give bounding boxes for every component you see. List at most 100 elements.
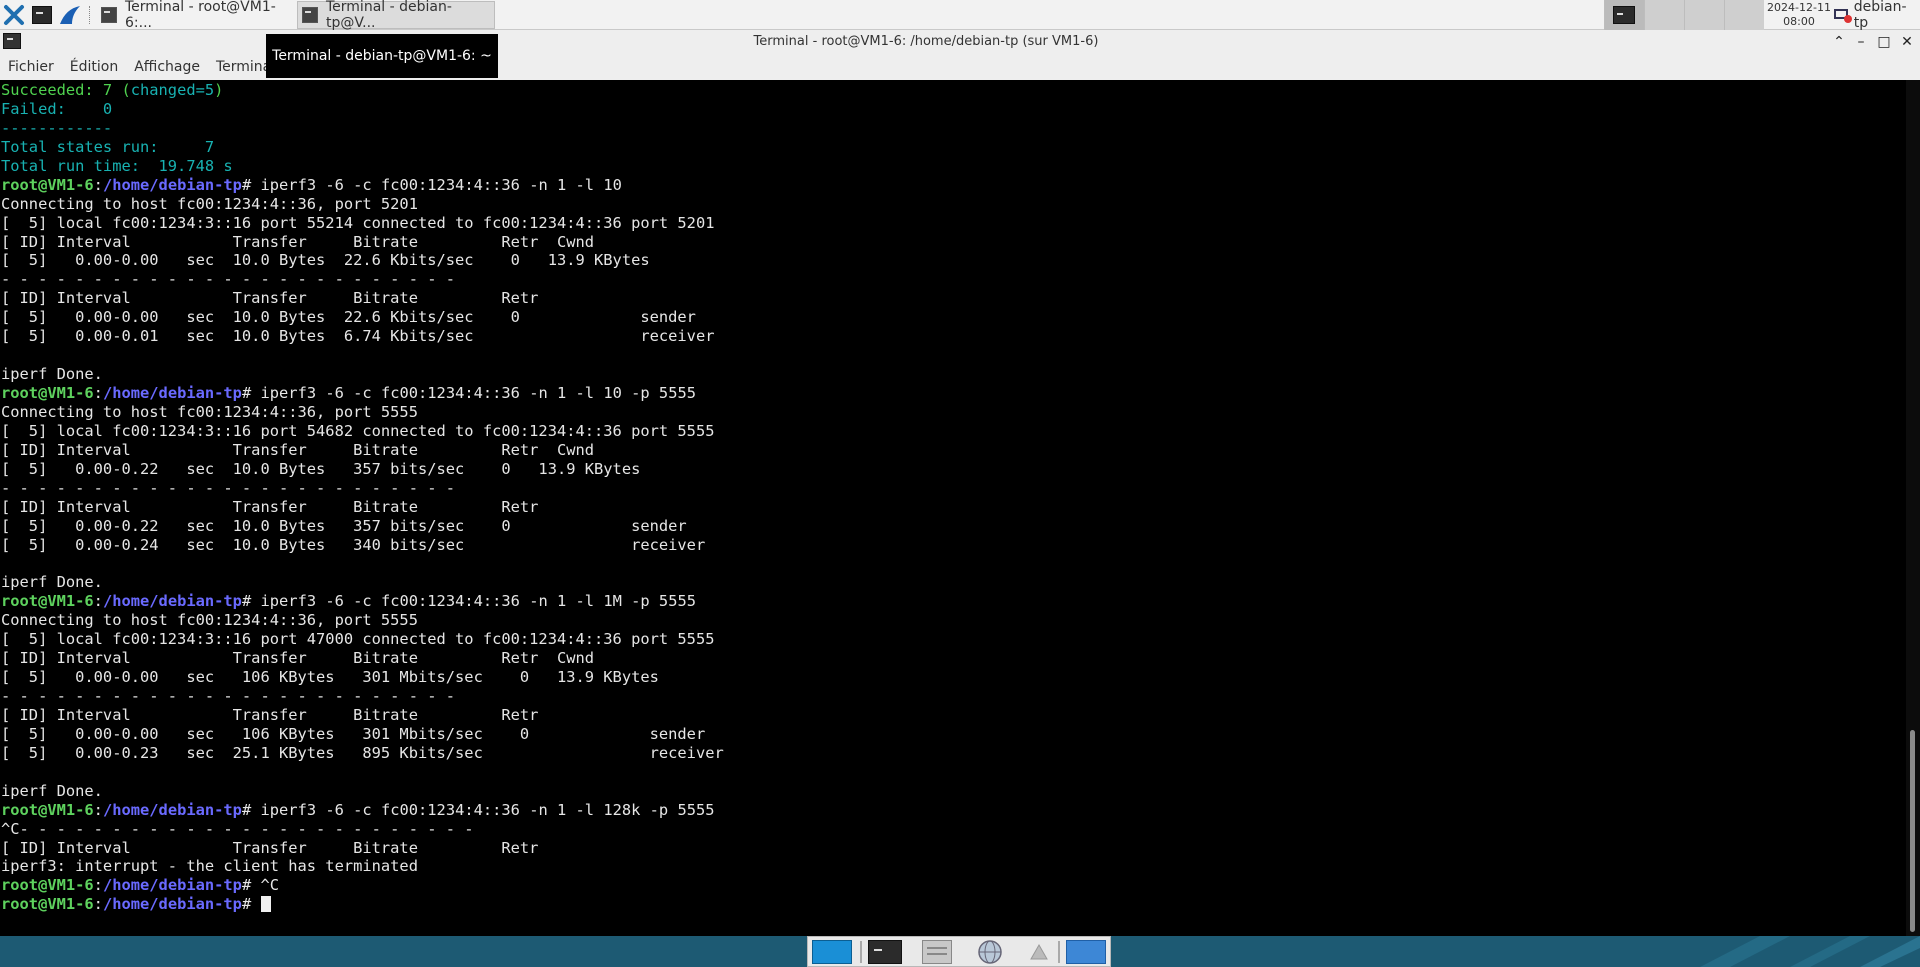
output-line: iperf Done. [1,781,103,800]
prompt-hash: # [241,876,261,895]
output-line: [ 5] 0.00-0.24 sec 10.0 Bytes 340 bits/s… [1,535,706,554]
output-line: [ 5] 0.00-0.22 sec 10.0 Bytes 357 bits/s… [1,516,687,535]
task-terminal-debian[interactable]: Terminal - debian-tp@V... [297,0,495,31]
prompt-path: /home/debian-tp [102,592,242,611]
maximize-button[interactable]: □ [1875,32,1893,52]
prompt-line: root@VM1-6:/home/debian-tp# ^C [1,876,1906,895]
output-line: iperf Done. [1,365,103,384]
minimize-button[interactable]: – [1852,32,1870,52]
scrollbar[interactable] [1906,80,1920,936]
clock-time: 08:00 [1783,15,1815,28]
summary-succeeded-line: Succeeded: 7 (changed=5) [1,81,1906,100]
prompt-line: root@VM1-6:/home/debian-tp# iperf3 -6 -c… [1,176,1906,195]
output-line: - - - - - - - - - - - - - - - - - - - - … [1,270,456,289]
folder-icon[interactable] [1066,940,1106,964]
prompt-user: root@VM1-6 [1,592,94,611]
scrollbar-thumb[interactable] [1910,730,1915,932]
web-browser-icon[interactable] [970,940,1010,964]
output-line: ^C- - - - - - - - - - - - - - - - - - - … [1,819,474,838]
prompt-user: root@VM1-6 [1,384,94,402]
prompt-colon: : [93,800,103,819]
top-panel: Terminal - root@VM1-6:... Terminal - deb… [0,0,1920,31]
output-line: [ ID] Interval Transfer Bitrate Retr [1,838,539,857]
shade-button[interactable]: ⌃ [1830,32,1848,52]
output-line: [ 5] 0.00-0.00 sec 106 KBytes 301 Mbits/… [1,724,706,743]
output-line: [ 5] local fc00:1234:3::16 port 47000 co… [1,630,715,649]
prompt-colon: : [93,384,103,402]
prompt-hash: # [241,592,261,611]
prompt-user: root@VM1-6 [1,800,94,819]
tooltip: Terminal - debian-tp@VM1-6: ~ [266,34,498,78]
prompt-path: /home/debian-tp [102,175,242,194]
terminal-launcher-icon[interactable] [30,3,54,27]
prompt-line: root@VM1-6:/home/debian-tp# iperf3 -6 -c… [1,801,1906,820]
dock-separator [1058,941,1060,963]
workspace-4[interactable] [1724,0,1764,30]
menu-edition[interactable]: Édition [62,54,126,80]
prompt-path: /home/debian-tp [102,800,242,819]
desktop-icon[interactable] [812,940,852,964]
prompt-hash: # [241,800,261,819]
terminal-icon [101,7,117,23]
output-line: iperf Done. [1,573,103,592]
succeeded-close: ) [214,81,224,99]
command-text: iperf3 -6 -c fc00:1234:4::36 -n 1 -l 1M … [260,592,697,611]
workspace-switcher[interactable] [1604,0,1764,30]
menu-affichage[interactable]: Affichage [126,54,208,80]
close-button[interactable]: ✕ [1898,32,1916,52]
summary-line: Total run time: 19.748 s [1,156,233,175]
task-terminal-root[interactable]: Terminal - root@VM1-6:... [96,0,294,31]
workspace-2[interactable] [1644,0,1684,30]
wireshark-launcher-icon[interactable] [58,3,82,27]
workspace-3[interactable] [1684,0,1724,30]
prompt-user: root@VM1-6 [1,895,94,914]
terminal-area[interactable]: Succeeded: 7 (changed=5) Failed: 0 -------… [0,80,1920,936]
dock [807,936,1111,967]
prompt-line: root@VM1-6:/home/debian-tp# [1,895,1906,914]
prompt-path: /home/debian-tp [102,895,242,914]
prompt-user: root@VM1-6 [1,175,94,194]
output-line: [ ID] Interval Transfer Bitrate Retr Cwn… [1,232,595,251]
prompt-colon: : [93,175,103,194]
task-label: Terminal - root@VM1-6:... [125,0,276,31]
output-line: [ 5] 0.00-0.23 sec 25.1 KBytes 895 Kbits… [1,743,724,762]
output-line: [ ID] Interval Transfer Bitrate Retr Cwn… [1,440,595,459]
command-text: iperf3 -6 -c fc00:1234:4::36 -n 1 -l 10 [260,175,622,194]
summary-line: ------------ [1,118,113,137]
prompt-colon: : [93,876,103,895]
output-line: [ 5] 0.00-0.00 sec 106 KBytes 301 Mbits/… [1,668,659,687]
summary-line: Total states run: 7 [1,137,215,156]
prompt-path: /home/debian-tp [102,876,242,895]
output-line: [ ID] Interval Transfer Bitrate Retr [1,289,539,308]
text-cursor [260,896,271,913]
output-line: [ 5] 0.00-0.22 sec 10.0 Bytes 357 bits/s… [1,459,641,478]
command-text: iperf3 -6 -c fc00:1234:4::36 -n 1 -l 128… [260,800,715,819]
menu-fichier[interactable]: Fichier [0,54,62,80]
user-menu[interactable]: debian-tp [1834,0,1920,31]
terminal-icon[interactable] [868,940,902,964]
prompt-colon: : [93,895,103,914]
output-line: Connecting to host fc00:1234:4::36, port… [1,402,418,421]
network-icon [1834,7,1852,23]
clock[interactable]: 2024-12-11 08:00 [1765,0,1833,30]
output-line: - - - - - - - - - - - - - - - - - - - - … [1,478,456,497]
output-line: [ ID] Interval Transfer Bitrate Retr [1,497,539,516]
terminal-output[interactable]: Succeeded: 7 (changed=5) Failed: 0 -------… [1,81,1906,914]
prompt-hash: # [241,384,261,402]
output-line: Connecting to host fc00:1234:4::36, port… [1,194,418,213]
file-manager-icon[interactable] [922,940,952,964]
prompt-hash: # [241,895,261,914]
prompt-user: root@VM1-6 [1,876,94,895]
summary-line: Failed: 0 [1,99,113,118]
output-line: [ 5] local fc00:1234:3::16 port 55214 co… [1,213,715,232]
output-line: [ 5] 0.00-0.00 sec 10.0 Bytes 22.6 Kbits… [1,308,696,327]
output-line: Connecting to host fc00:1234:4::36, port… [1,611,418,630]
workspace-1[interactable] [1604,0,1644,30]
changed-count: changed=5 [130,81,215,99]
app-finder-icon[interactable] [1026,940,1052,964]
applications-menu-icon[interactable] [2,3,26,27]
terminal-icon [302,7,318,23]
